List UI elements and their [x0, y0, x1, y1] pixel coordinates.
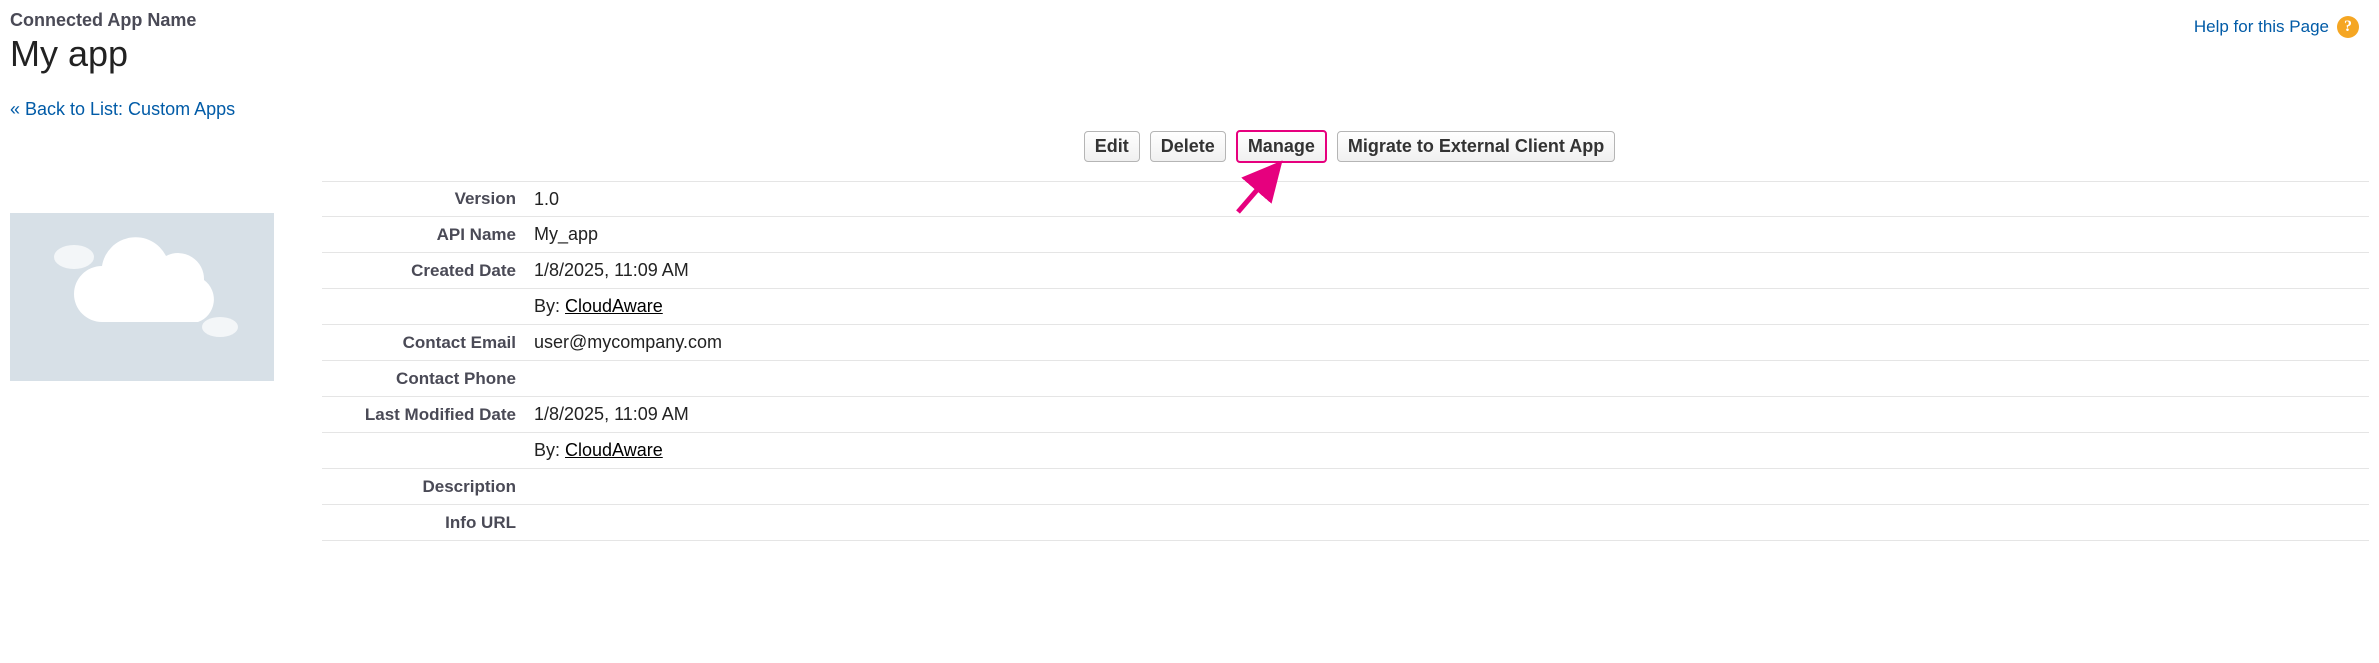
version-label: Version [322, 189, 534, 209]
created-date-value: 1/8/2025, 11:09 AM [534, 254, 689, 287]
last-modified-by-value: By: CloudAware [534, 434, 663, 467]
contact-phone-label: Contact Phone [322, 369, 534, 389]
last-modified-value: 1/8/2025, 11:09 AM [534, 398, 689, 431]
details-table: Version 1.0 API Name My_app Created Date… [322, 181, 2369, 541]
back-to-list-link[interactable]: « Back to List: Custom Apps [10, 99, 235, 120]
migrate-button[interactable]: Migrate to External Client App [1337, 131, 1615, 162]
page-eyebrow: Connected App Name [10, 10, 196, 31]
contact-email-value: user@mycompany.com [534, 326, 722, 359]
version-value: 1.0 [534, 183, 559, 216]
help-link[interactable]: Help for this Page [2194, 17, 2329, 37]
contact-email-label: Contact Email [322, 333, 534, 353]
delete-button[interactable]: Delete [1150, 131, 1226, 162]
manage-button[interactable]: Manage [1236, 130, 1327, 163]
info-url-label: Info URL [322, 513, 534, 533]
help-icon[interactable]: ? [2337, 16, 2359, 38]
last-modified-by-prefix: By: [534, 440, 565, 460]
last-modified-by-user-link[interactable]: CloudAware [565, 440, 663, 460]
created-by-value: By: CloudAware [534, 290, 663, 323]
page-title: My app [10, 33, 196, 75]
api-name-label: API Name [322, 225, 534, 245]
created-date-label: Created Date [322, 261, 534, 281]
app-logo-placeholder [10, 213, 274, 381]
api-name-value: My_app [534, 218, 598, 251]
edit-button[interactable]: Edit [1084, 131, 1140, 162]
description-label: Description [322, 477, 534, 497]
cloud-icon [32, 227, 252, 367]
last-modified-label: Last Modified Date [322, 405, 534, 425]
created-by-user-link[interactable]: CloudAware [565, 296, 663, 316]
created-by-prefix: By: [534, 296, 565, 316]
